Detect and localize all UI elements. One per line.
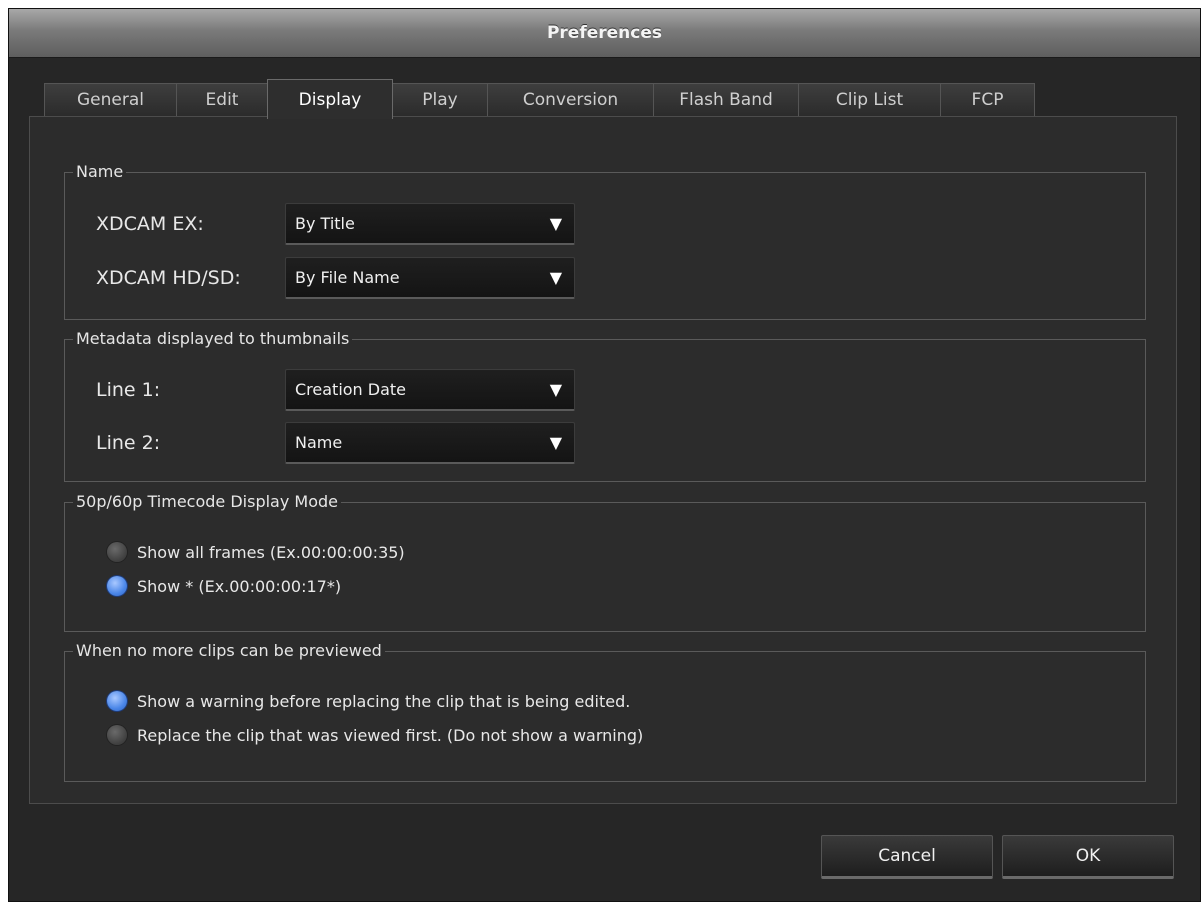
radio-show-warning[interactable]: Show a warning before replacing the clip…: [107, 691, 630, 711]
tab-play[interactable]: Play: [392, 83, 488, 116]
timecode-group-legend: 50p/60p Timecode Display Mode: [73, 492, 341, 512]
line1-label: Line 1:: [96, 379, 161, 401]
radio-button[interactable]: [107, 691, 127, 711]
chevron-down-icon: ▼: [549, 433, 562, 452]
line2-dropdown[interactable]: Name ▼: [285, 422, 575, 464]
timecode-group: 50p/60p Timecode Display Mode Show all f…: [64, 492, 1146, 632]
name-group: Name XDCAM EX: By Title ▼ XDCAM HD/SD: B…: [64, 162, 1146, 320]
cancel-button[interactable]: Cancel: [821, 835, 993, 879]
metadata-group: Metadata displayed to thumbnails Line 1:…: [64, 329, 1146, 482]
preview-group-legend: When no more clips can be previewed: [73, 641, 385, 661]
xdcam-hdsd-label: XDCAM HD/SD:: [96, 267, 241, 289]
radio-button[interactable]: [107, 542, 127, 562]
xdcam-hdsd-dropdown[interactable]: By File Name ▼: [285, 257, 575, 299]
tab-clip-list[interactable]: Clip List: [798, 83, 941, 116]
radio-show-all-frames[interactable]: Show all frames (Ex.00:00:00:35): [107, 542, 405, 562]
tab-flash-band[interactable]: Flash Band: [653, 83, 799, 116]
chevron-down-icon: ▼: [549, 268, 562, 287]
radio-label: Replace the clip that was viewed first. …: [137, 725, 644, 745]
chevron-down-icon: ▼: [549, 380, 562, 399]
tab-conversion[interactable]: Conversion: [487, 83, 654, 116]
name-group-legend: Name: [73, 162, 127, 182]
tab-general[interactable]: General: [44, 83, 177, 116]
radio-show-asterisk[interactable]: Show * (Ex.00:00:00:17*): [107, 576, 341, 596]
preferences-dialog: Preferences General Edit Display Play Co…: [8, 8, 1201, 902]
radio-label: Show * (Ex.00:00:00:17*): [137, 576, 342, 596]
radio-button[interactable]: [107, 725, 127, 745]
window-title: Preferences: [9, 9, 1200, 58]
xdcam-hdsd-value: By File Name: [295, 268, 400, 287]
radio-button[interactable]: [107, 576, 127, 596]
line2-value: Name: [295, 433, 343, 452]
radio-label: Show a warning before replacing the clip…: [137, 691, 631, 711]
tab-edit[interactable]: Edit: [176, 83, 268, 116]
ok-button[interactable]: OK: [1002, 835, 1174, 879]
tab-fcp[interactable]: FCP: [940, 83, 1035, 116]
chevron-down-icon: ▼: [549, 214, 562, 233]
radio-label: Show all frames (Ex.00:00:00:35): [137, 542, 405, 562]
xdcam-ex-dropdown[interactable]: By Title ▼: [285, 203, 575, 245]
line2-label: Line 2:: [96, 432, 161, 454]
line1-value: Creation Date: [295, 380, 407, 399]
metadata-group-legend: Metadata displayed to thumbnails: [73, 329, 353, 349]
xdcam-ex-value: By Title: [295, 214, 355, 233]
tab-display[interactable]: Display: [267, 79, 393, 119]
xdcam-ex-label: XDCAM EX:: [96, 213, 204, 235]
radio-replace-first[interactable]: Replace the clip that was viewed first. …: [107, 725, 643, 745]
preview-group: When no more clips can be previewed Show…: [64, 641, 1146, 782]
line1-dropdown[interactable]: Creation Date ▼: [285, 369, 575, 411]
display-panel: Name XDCAM EX: By Title ▼ XDCAM HD/SD: B…: [29, 116, 1177, 804]
